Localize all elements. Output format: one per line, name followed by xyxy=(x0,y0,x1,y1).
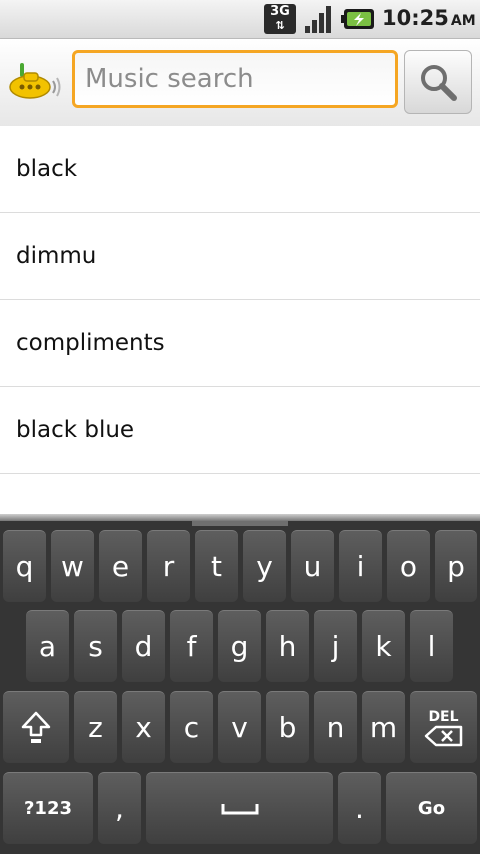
key-o[interactable]: o xyxy=(387,530,430,602)
clock-ampm: AM xyxy=(450,13,476,29)
space-key[interactable] xyxy=(146,772,333,844)
status-bar: 3G ⇅ 10:25 AM xyxy=(0,0,480,39)
submarine-logo-icon[interactable] xyxy=(6,59,66,103)
key-q[interactable]: q xyxy=(3,530,46,602)
signal-strength-icon xyxy=(305,6,331,33)
key-z[interactable]: z xyxy=(74,691,117,763)
delete-label: DEL xyxy=(428,708,459,725)
key-f[interactable]: f xyxy=(170,610,213,682)
key-p[interactable]: p xyxy=(435,530,477,602)
soft-keyboard: q w e r t y u i o p a s d f g h j k l z … xyxy=(0,521,480,854)
key-m[interactable]: m xyxy=(362,691,405,763)
key-t[interactable]: t xyxy=(195,530,238,602)
network-3g-icon: 3G ⇅ xyxy=(264,4,296,34)
key-r[interactable]: r xyxy=(147,530,190,602)
data-arrows-icon: ⇅ xyxy=(275,19,285,32)
clock: 10:25 AM xyxy=(382,6,476,34)
key-g[interactable]: g xyxy=(218,610,261,682)
key-u[interactable]: u xyxy=(291,530,334,602)
clock-time: 10:25 xyxy=(382,6,449,30)
key-v[interactable]: v xyxy=(218,691,261,763)
key-k[interactable]: k xyxy=(362,610,405,682)
suggestion-list: black dimmu compliments black blue xyxy=(0,126,480,516)
search-button[interactable] xyxy=(404,50,472,114)
network-type-label: 3G xyxy=(270,4,290,19)
comma-key[interactable]: , xyxy=(98,772,141,844)
backspace-icon xyxy=(424,725,462,746)
battery-charging-icon xyxy=(341,9,374,29)
key-l[interactable]: l xyxy=(410,610,453,682)
search-header xyxy=(0,39,480,127)
key-y[interactable]: y xyxy=(243,530,286,602)
key-j[interactable]: j xyxy=(314,610,357,682)
suggestion-item[interactable]: black blue xyxy=(0,387,480,474)
go-key[interactable]: Go xyxy=(386,772,477,844)
suggestion-item[interactable]: black xyxy=(0,126,480,213)
key-n[interactable]: n xyxy=(314,691,357,763)
key-c[interactable]: c xyxy=(170,691,213,763)
symbols-key[interactable]: ?123 xyxy=(3,772,93,844)
key-a[interactable]: a xyxy=(26,610,69,682)
period-key[interactable]: . xyxy=(338,772,381,844)
magnifier-icon xyxy=(421,65,457,101)
key-h[interactable]: h xyxy=(266,610,309,682)
suggestion-item[interactable]: compliments xyxy=(0,300,480,387)
key-i[interactable]: i xyxy=(339,530,382,602)
key-d[interactable]: d xyxy=(122,610,165,682)
key-w[interactable]: w xyxy=(51,530,94,602)
key-b[interactable]: b xyxy=(266,691,309,763)
key-x[interactable]: x xyxy=(122,691,165,763)
keyboard-handle xyxy=(192,521,288,526)
shift-arrow-icon xyxy=(21,711,51,743)
music-search-input[interactable] xyxy=(72,50,398,108)
space-bar-icon xyxy=(221,803,258,814)
key-e[interactable]: e xyxy=(99,530,142,602)
suggestion-item[interactable]: dimmu xyxy=(0,213,480,300)
key-s[interactable]: s xyxy=(74,610,117,682)
shift-key[interactable] xyxy=(3,691,69,763)
delete-key[interactable]: DEL xyxy=(410,691,477,763)
